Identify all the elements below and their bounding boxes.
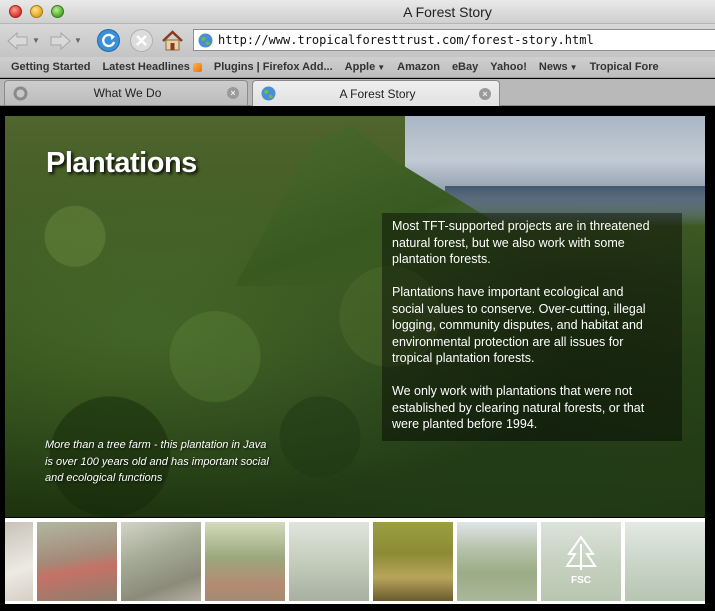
- bookmark-apple[interactable]: Apple ▼: [345, 61, 385, 73]
- thumbnail-1[interactable]: [5, 522, 33, 601]
- paragraph-intro: Most TFT-supported projects are in threa…: [392, 219, 650, 266]
- tab-label: A Forest Story: [339, 86, 416, 101]
- fsc-tree-icon: [565, 535, 597, 570]
- back-icon: [7, 31, 28, 50]
- thumbnail-8[interactable]: FSC: [541, 522, 621, 601]
- bookmark-tropical-forest[interactable]: Tropical Fore: [590, 61, 659, 73]
- paragraph-values: Plantations have important ecological an…: [392, 285, 646, 365]
- url-text: http://www.tropicalforesttrust.com/fores…: [218, 33, 594, 47]
- bookmark-label: Latest Headlines: [102, 61, 190, 73]
- chevron-down-icon: ▼: [569, 62, 578, 72]
- thumbnail-6[interactable]: [373, 522, 453, 601]
- bookmark-label: Yahoo!: [490, 61, 527, 73]
- rss-icon: [192, 62, 202, 72]
- bookmark-label: Amazon: [397, 61, 440, 73]
- home-button[interactable]: [160, 28, 186, 53]
- hero-photo: Plantations Most TFT-supported projects …: [5, 116, 705, 517]
- thumbnail-2[interactable]: [37, 522, 117, 601]
- window-titlebar: A Forest Story: [0, 0, 715, 24]
- thumbnail-strip: FSC: [5, 518, 705, 604]
- bookmark-latest-headlines[interactable]: Latest Headlines: [102, 61, 202, 73]
- page-icon: [13, 86, 28, 100]
- chevron-down-icon: ▼: [74, 36, 82, 45]
- bookmark-label: Apple: [344, 61, 376, 73]
- page-title: Plantations: [46, 147, 197, 179]
- bookmark-yahoo[interactable]: Yahoo!: [490, 61, 527, 73]
- globe-icon: [261, 86, 276, 101]
- tab-label: What We Do: [93, 86, 162, 100]
- stop-icon: [130, 29, 153, 52]
- reload-icon: [97, 29, 120, 52]
- stop-button[interactable]: [129, 28, 155, 53]
- bookmark-label: Tropical Fore: [589, 61, 659, 73]
- tab-what-we-do[interactable]: What We Do ×: [4, 80, 248, 105]
- tab-strip: What We Do × A Forest Story ×: [0, 79, 715, 106]
- back-button[interactable]: ▼: [6, 28, 42, 53]
- chevron-down-icon: ▼: [32, 36, 40, 45]
- bookmark-label: Plugins | Firefox Add...: [213, 61, 333, 73]
- close-tab-icon[interactable]: ×: [479, 87, 491, 100]
- thumbnail-4[interactable]: [205, 522, 285, 601]
- page-content: Plantations Most TFT-supported projects …: [0, 107, 715, 611]
- thumbnail-7[interactable]: [457, 522, 537, 601]
- bookmarks-bar: Getting Started Latest Headlines Plugins…: [0, 57, 715, 78]
- bookmark-label: eBay: [451, 61, 479, 73]
- thumbnail-3[interactable]: [121, 522, 201, 601]
- navigation-toolbar: ▼ ▼ http://www.tropicalforesttrust.com/f…: [0, 24, 715, 57]
- close-tab-icon[interactable]: ×: [227, 87, 239, 99]
- forward-button[interactable]: ▼: [48, 28, 84, 53]
- forward-icon: [50, 31, 71, 50]
- photo-caption: More than a tree farm - this plantation …: [45, 439, 269, 484]
- bookmark-news[interactable]: News ▼: [539, 61, 578, 73]
- reload-button[interactable]: [96, 28, 122, 53]
- bookmark-getting-started[interactable]: Getting Started: [11, 61, 90, 73]
- paragraph-criteria: We only work with plantations that were …: [392, 384, 645, 431]
- bookmark-label: Getting Started: [11, 61, 91, 73]
- bookmark-ebay[interactable]: eBay: [452, 61, 478, 73]
- home-icon: [162, 30, 183, 51]
- thumbnail-5[interactable]: [289, 522, 369, 601]
- window-title: A Forest Story: [403, 4, 492, 20]
- bookmark-amazon[interactable]: Amazon: [397, 61, 440, 73]
- tab-a-forest-story[interactable]: A Forest Story ×: [252, 80, 500, 106]
- fsc-logo-text: FSC: [571, 575, 591, 586]
- address-bar[interactable]: http://www.tropicalforesttrust.com/fores…: [193, 29, 715, 51]
- chevron-down-icon: ▼: [377, 62, 386, 72]
- bookmark-plugins[interactable]: Plugins | Firefox Add...: [214, 61, 333, 73]
- fsc-logo: FSC: [559, 534, 603, 588]
- thumbnail-9[interactable]: [625, 522, 705, 601]
- bookmark-label: News: [538, 61, 568, 73]
- globe-icon: [198, 33, 213, 47]
